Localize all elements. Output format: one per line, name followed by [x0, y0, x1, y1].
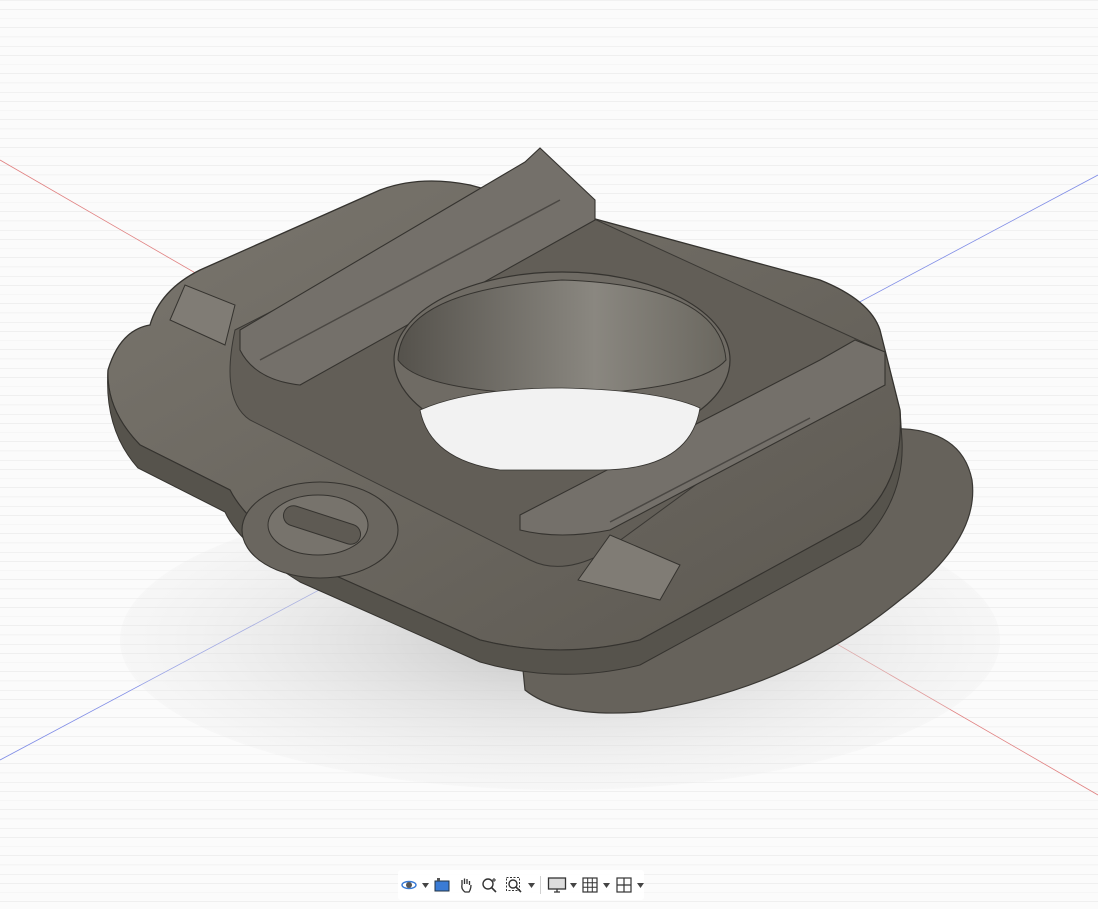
grid-snaps-dropdown[interactable] — [603, 873, 611, 897]
viewports-dropdown[interactable] — [636, 873, 644, 897]
viewports-icon — [616, 877, 632, 893]
look-at-icon — [434, 878, 450, 892]
zoom-button[interactable] — [479, 873, 501, 897]
display-settings-button[interactable] — [546, 873, 568, 897]
orbit-icon — [401, 880, 417, 890]
orbit-button[interactable] — [398, 873, 420, 897]
chevron-down-icon — [636, 882, 644, 888]
chevron-down-icon — [569, 882, 577, 888]
look-at-button[interactable] — [431, 873, 453, 897]
orbit-dropdown[interactable] — [422, 873, 430, 897]
grid-snaps-button[interactable] — [579, 873, 601, 897]
fit-zoom-dropdown[interactable] — [527, 873, 535, 897]
display-settings-icon — [547, 877, 566, 893]
chevron-down-icon — [527, 882, 535, 888]
chevron-down-icon — [422, 882, 430, 888]
toolbar-divider — [539, 876, 541, 894]
zoom-icon — [482, 878, 497, 893]
fit-zoom-window-icon — [506, 877, 522, 893]
scene-3d[interactable] — [0, 0, 1098, 909]
pan-button[interactable] — [455, 873, 477, 897]
grid-snaps-icon — [582, 877, 598, 893]
navigation-toolbar — [398, 870, 644, 900]
canvas-viewport[interactable] — [0, 0, 1098, 909]
model-hole-through — [419, 387, 701, 471]
viewports-button[interactable] — [613, 873, 635, 897]
fit-zoom-window-button[interactable] — [503, 873, 525, 897]
display-settings-dropdown[interactable] — [569, 873, 577, 897]
pan-hand-icon — [461, 878, 473, 893]
chevron-down-icon — [603, 882, 611, 888]
